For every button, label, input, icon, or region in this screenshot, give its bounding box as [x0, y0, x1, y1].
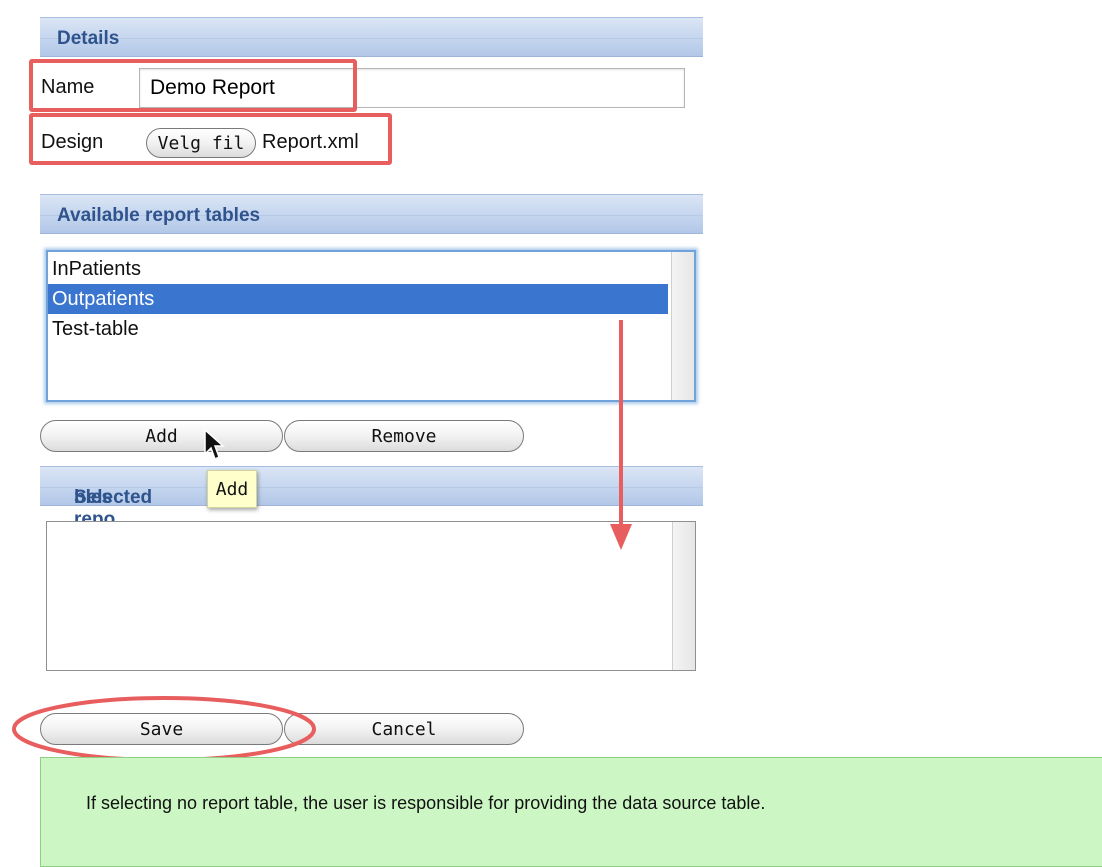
down-arrow-annotation-icon: [610, 320, 632, 550]
available-tables-header: Available report tables: [40, 194, 703, 234]
scrollbar[interactable]: [672, 522, 695, 670]
remove-button[interactable]: Remove: [284, 420, 524, 452]
details-header: Details: [40, 17, 703, 57]
add-tooltip: Add: [207, 470, 257, 508]
scrollbar[interactable]: [671, 252, 694, 400]
list-item[interactable]: Test-table: [48, 314, 668, 344]
available-tables-list[interactable]: InPatients Outpatients Test-table: [46, 250, 696, 402]
list-item[interactable]: Outpatients: [48, 284, 668, 314]
info-note: If selecting no report table, the user i…: [40, 757, 1102, 867]
add-button[interactable]: Add: [40, 420, 283, 452]
design-highlight-box: [29, 113, 392, 165]
selected-tables-list[interactable]: [46, 521, 696, 671]
list-item[interactable]: InPatients: [48, 254, 668, 284]
details-title: Details: [57, 28, 120, 49]
cancel-button[interactable]: Cancel: [284, 713, 524, 745]
info-note-text: If selecting no report table, the user i…: [86, 793, 766, 813]
save-highlight-ellipse: [12, 696, 316, 762]
available-tables-title: Available report tables: [57, 205, 261, 226]
name-highlight-box: [29, 59, 357, 112]
mouse-cursor-icon: [204, 428, 225, 461]
